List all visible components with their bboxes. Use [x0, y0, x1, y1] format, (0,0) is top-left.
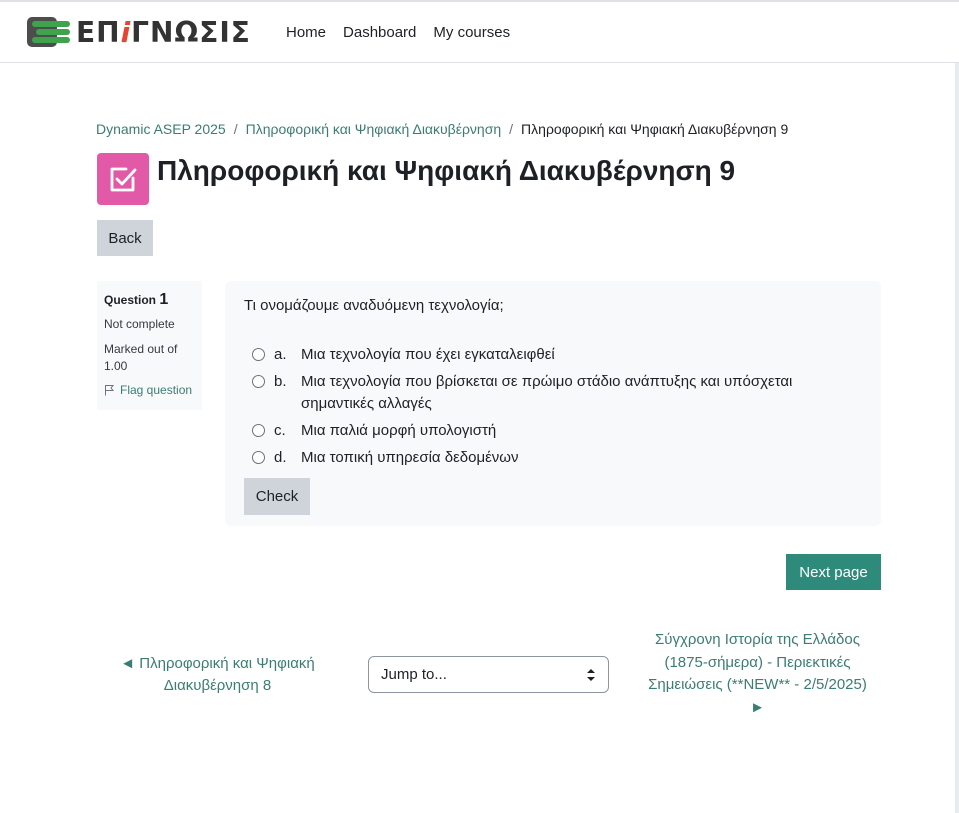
jump-to-select[interactable]: Jump to... — [368, 656, 609, 693]
nav-my-courses[interactable]: My courses — [433, 24, 510, 41]
answer-letter: d. — [274, 449, 287, 466]
question-number: Question 1 — [104, 291, 169, 308]
page-title: Πληροφορική και Ψηφιακή Διακυβέρνηση 9 — [157, 155, 736, 186]
question-text: Τι ονομάζουμε αναδυόμενη τεχνολογία; — [244, 297, 504, 314]
page-scrollbar[interactable] — [955, 63, 959, 813]
answer-text[interactable]: Μια τεχνολογία που βρίσκεται σε πρώιμο σ… — [301, 371, 852, 415]
quiz-icon — [97, 153, 149, 205]
answer-letter: a. — [274, 346, 287, 363]
next-page-button[interactable]: Next page — [786, 554, 881, 590]
logo-text: ΕΠiΓΝΩΣΙΣ — [76, 16, 251, 49]
nav-dashboard[interactable]: Dashboard — [343, 24, 416, 41]
answer-option-a[interactable]: a. Μια τεχνολογία που έχει εγκαταλειφθεί — [252, 344, 852, 366]
jump-to-selected: Jump to... — [381, 666, 447, 683]
next-activity-link[interactable]: Σύγχρονη Ιστορία της Ελλάδος (1875-σήμερ… — [640, 629, 875, 719]
breadcrumb-current: Πληροφορική και Ψηφιακή Διακυβέρνηση 9 — [521, 121, 789, 137]
question-info-panel: Question 1 Not complete Marked out of 1.… — [97, 281, 202, 410]
answer-option-c[interactable]: c. Μια παλιά μορφή υπολογιστή — [252, 420, 852, 442]
breadcrumb-separator: / — [509, 121, 514, 137]
breadcrumb-section[interactable]: Πληροφορική και Ψηφιακή Διακυβέρνηση — [246, 121, 502, 137]
breadcrumb-separator: / — [233, 121, 238, 137]
flag-question-button[interactable]: Flag question — [104, 383, 195, 397]
question-content: Τι ονομάζουμε αναδυόμενη τεχνολογία; a. … — [225, 281, 881, 526]
navbar: ΕΠiΓΝΩΣΙΣ Home Dashboard My courses — [0, 2, 959, 63]
question-grade: Marked out of 1.00 — [104, 342, 178, 373]
checkbox-check-icon — [110, 167, 137, 192]
breadcrumb-course[interactable]: Dynamic ASEP 2025 — [96, 121, 226, 137]
select-arrows-icon — [587, 669, 595, 681]
logo-mark-icon — [27, 17, 70, 47]
previous-activity-link[interactable]: ◄ Πληροφορική και Ψηφιακή Διακυβέρνηση 8 — [110, 653, 325, 697]
answer-radio[interactable] — [252, 375, 265, 388]
back-button[interactable]: Back — [97, 220, 153, 256]
question-state: Not complete — [104, 317, 175, 331]
answer-option-b[interactable]: b. Μια τεχνολογία που βρίσκεται σε πρώιμ… — [252, 371, 852, 415]
answer-text[interactable]: Μια παλιά μορφή υπολογιστή — [301, 420, 852, 442]
primary-navigation: Home Dashboard My courses — [286, 2, 527, 63]
answer-list: a. Μια τεχνολογία που έχει εγκαταλειφθεί… — [252, 344, 852, 474]
site-logo[interactable]: ΕΠiΓΝΩΣΙΣ — [26, 14, 250, 52]
answer-radio[interactable] — [252, 451, 265, 464]
answer-letter: b. — [274, 373, 287, 390]
check-button[interactable]: Check — [244, 478, 310, 515]
answer-text[interactable]: Μια τοπική υπηρεσία δεδομένων — [301, 447, 852, 469]
answer-letter: c. — [274, 422, 286, 439]
flag-icon — [105, 385, 115, 396]
answer-radio[interactable] — [252, 348, 265, 361]
answer-text[interactable]: Μια τεχνολογία που έχει εγκαταλειφθεί — [301, 344, 852, 366]
answer-radio[interactable] — [252, 424, 265, 437]
breadcrumb: Dynamic ASEP 2025 / Πληροφορική και Ψηφι… — [96, 121, 788, 137]
answer-option-d[interactable]: d. Μια τοπική υπηρεσία δεδομένων — [252, 447, 852, 469]
nav-home[interactable]: Home — [286, 24, 326, 41]
flag-question-label: Flag question — [120, 383, 193, 397]
